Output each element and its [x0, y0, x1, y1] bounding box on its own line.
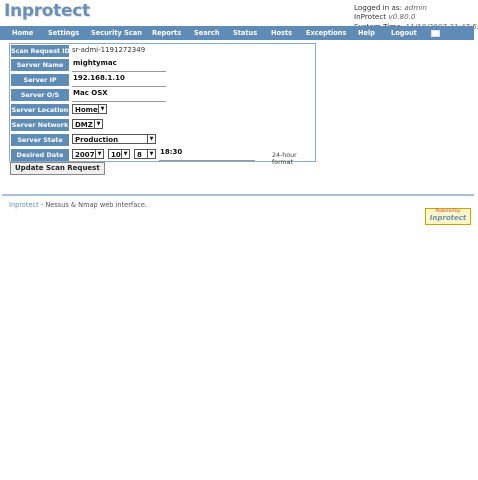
server-state-value: Production	[75, 136, 119, 144]
day-select[interactable]: 8 ▼	[134, 149, 156, 159]
logged-label: Logged in as:	[354, 3, 403, 12]
nav-reports[interactable]: Reports	[152, 29, 181, 37]
row-scan-request-id: Scan Request ID sr-admi-1191272349	[10, 44, 315, 59]
nav-help[interactable]: Help	[358, 29, 375, 37]
server-location-value: Home	[75, 106, 98, 114]
nav-bar: Home Settings Security Scan Reports Sear…	[0, 26, 474, 40]
year-select[interactable]: 2007 ▼	[72, 149, 104, 159]
server-state-select[interactable]: Production ▼	[72, 134, 156, 144]
scan-request-id-value: sr-admi-1191272349	[72, 46, 146, 54]
label-server-os: Server O/S	[11, 89, 69, 101]
row-server-ip: Server IP 192.168.1.10	[10, 73, 315, 88]
nav-settings[interactable]: Settings	[48, 29, 79, 37]
chevron-down-icon: ▼	[95, 150, 103, 158]
label-server-ip: Server IP	[11, 74, 69, 86]
row-server-state: Server State Production ▼	[10, 133, 315, 148]
label-desired-date: Desired Date	[11, 149, 69, 161]
chevron-down-icon: ▼	[147, 150, 155, 158]
nav-hosts[interactable]: Hosts	[271, 29, 292, 37]
server-name-input[interactable]: mightymac	[72, 59, 166, 72]
month-select[interactable]: 10 ▼	[108, 149, 130, 159]
nav-exceptions[interactable]: Exceptions	[306, 29, 346, 37]
server-network-value: DMZ	[75, 121, 93, 129]
username: admin	[404, 3, 427, 12]
powered-by-badge[interactable]: Powered by Inprotect	[425, 208, 471, 225]
scan-request-form: Scan Request ID sr-admi-1191272349 Serve…	[9, 43, 316, 166]
server-ip-input[interactable]: 192.168.1.10	[72, 74, 166, 87]
nav-logout[interactable]: Logout	[391, 29, 417, 37]
nav-status[interactable]: Status	[233, 29, 257, 37]
footer-brand-link[interactable]: Inprotect	[9, 201, 39, 209]
time-input[interactable]: 18:30	[159, 148, 255, 161]
footer: Inprotect - Nessus & Nmap web interface.	[9, 201, 147, 209]
chevron-down-icon: ▼	[147, 135, 155, 143]
chevron-down-icon: ▼	[121, 150, 129, 158]
update-scan-request-button[interactable]: Update Scan Request	[10, 162, 105, 175]
label-server-location: Server Location	[11, 104, 69, 116]
time-format-hint: 24-hour format	[272, 152, 297, 166]
row-server-os: Server O/S Mac OSX	[10, 88, 315, 103]
chevron-down-icon: ▼	[98, 105, 106, 113]
nav-search[interactable]: Search	[194, 29, 220, 37]
label-scan-request-id: Scan Request ID	[11, 45, 70, 57]
nav-security-scan[interactable]: Security Scan	[91, 29, 142, 37]
day-value: 8	[137, 151, 142, 159]
row-desired-date: Desired Date 2007 ▼ 10 ▼ 8 ▼ 18:30 24-ho…	[10, 148, 315, 166]
nav-home[interactable]: Home	[12, 29, 33, 37]
version-label: InProtect	[354, 12, 387, 22]
month-value: 10	[111, 151, 121, 159]
app-logo: Inprotect	[4, 1, 90, 21]
year-value: 2007	[75, 151, 95, 159]
footer-text: - Nessus & Nmap web interface.	[40, 201, 148, 209]
label-server-network: Server Network	[11, 119, 69, 131]
server-os-input[interactable]: Mac OSX	[72, 89, 166, 102]
language-flag-icon[interactable]	[431, 30, 440, 37]
row-server-location: Server Location Home ▼	[10, 103, 315, 118]
powered-by-brand: Inprotect	[429, 214, 467, 222]
chevron-down-icon: ▼	[94, 120, 102, 128]
version: v0.80.0	[388, 12, 416, 22]
server-location-select[interactable]: Home ▼	[72, 104, 107, 114]
server-network-select[interactable]: DMZ ▼	[72, 119, 103, 129]
label-server-name: Server Name	[11, 59, 69, 71]
label-server-state: Server State	[11, 134, 69, 146]
row-server-name: Server Name mightymac	[10, 58, 315, 73]
divider	[2, 194, 474, 196]
row-server-network: Server Network DMZ ▼	[10, 118, 315, 133]
